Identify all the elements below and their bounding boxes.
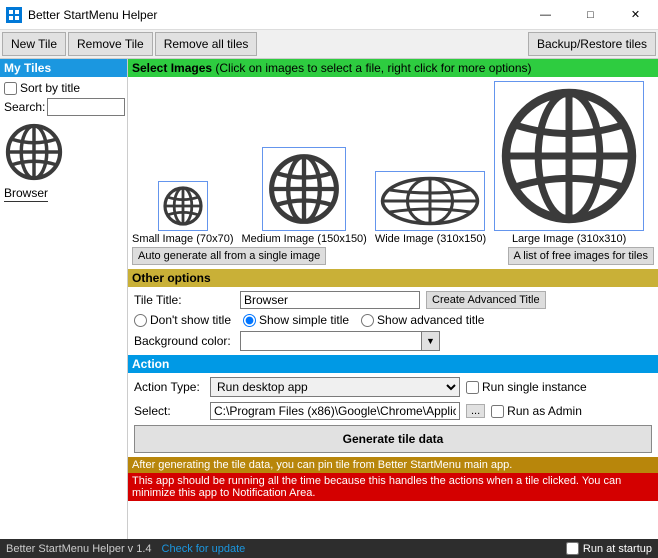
action-header: Action — [128, 355, 658, 373]
search-label: Search: — [4, 100, 45, 114]
medium-image-slot[interactable] — [262, 147, 346, 231]
version-label: Better StartMenu Helper v 1.4 — [6, 543, 152, 555]
remove-tile-button[interactable]: Remove Tile — [68, 32, 153, 56]
run-single-instance-option[interactable]: Run single instance — [466, 380, 587, 394]
wide-image-slot[interactable] — [375, 171, 485, 231]
run-at-startup-option[interactable]: Run at startup — [566, 542, 652, 555]
content: Select Images (Click on images to select… — [128, 59, 658, 539]
select-path-input[interactable] — [210, 402, 460, 420]
large-image-label: Large Image (310x310) — [512, 233, 626, 245]
sort-by-title-label: Sort by title — [20, 81, 80, 95]
globe-icon — [163, 186, 203, 226]
tile-title-label: Tile Title: — [134, 293, 234, 307]
action-type-select[interactable]: Run desktop app — [210, 377, 460, 397]
my-tiles-header: My Tiles — [0, 59, 127, 77]
info-pin-tile: After generating the tile data, you can … — [128, 457, 658, 473]
tile-title-input[interactable] — [240, 291, 420, 309]
bg-color-label: Background color: — [134, 334, 234, 348]
bg-color-combo[interactable]: ▼ — [240, 331, 440, 351]
globe-icon — [5, 123, 63, 181]
wide-image-label: Wide Image (310x150) — [375, 233, 486, 245]
remove-all-tiles-button[interactable]: Remove all tiles — [155, 32, 258, 56]
close-button[interactable]: ✕ — [613, 0, 658, 30]
new-tile-button[interactable]: New Tile — [2, 32, 66, 56]
free-images-button[interactable]: A list of free images for tiles — [508, 247, 655, 265]
chevron-down-icon: ▼ — [421, 332, 439, 350]
sidebar: My Tiles Sort by title Search: — [0, 59, 128, 539]
globe-icon — [380, 176, 480, 226]
globe-icon — [499, 86, 639, 226]
medium-image-label: Medium Image (150x150) — [242, 233, 367, 245]
window-title: Better StartMenu Helper — [28, 8, 523, 22]
app-icon — [6, 7, 22, 23]
select-label: Select: — [134, 404, 204, 418]
minimize-button[interactable]: — — [523, 0, 568, 30]
run-as-admin-option[interactable]: Run as Admin — [491, 404, 582, 418]
tile-name-label[interactable]: Browser — [4, 186, 48, 202]
create-advanced-title-button[interactable]: Create Advanced Title — [426, 291, 546, 309]
small-image-slot[interactable] — [158, 181, 208, 231]
toolbar: New Tile Remove Tile Remove all tiles Ba… — [0, 30, 658, 59]
maximize-button[interactable]: □ — [568, 0, 613, 30]
radio-show-advanced[interactable]: Show advanced title — [361, 313, 484, 327]
select-images-header: Select Images (Click on images to select… — [128, 59, 658, 77]
radio-show-simple[interactable]: Show simple title — [243, 313, 349, 327]
auto-generate-button[interactable]: Auto generate all from a single image — [132, 247, 326, 265]
other-options-header: Other options — [128, 269, 658, 287]
backup-restore-button[interactable]: Backup/Restore tiles — [528, 32, 656, 56]
large-image-slot[interactable] — [494, 81, 644, 231]
generate-tile-data-button[interactable]: Generate tile data — [134, 425, 652, 453]
small-image-label: Small Image (70x70) — [132, 233, 234, 245]
search-input[interactable] — [47, 98, 125, 116]
images-area: Small Image (70x70) Medium Image (150x15… — [128, 77, 658, 247]
info-running-warning: This app should be running all the time … — [128, 473, 658, 501]
sort-by-title-checkbox[interactable] — [4, 82, 17, 95]
radio-dont-show[interactable]: Don't show title — [134, 313, 231, 327]
check-update-link[interactable]: Check for update — [162, 543, 246, 555]
globe-icon — [268, 153, 340, 225]
browse-button[interactable]: ... — [466, 404, 485, 418]
titlebar: Better StartMenu Helper — □ ✕ — [0, 0, 658, 30]
tile-thumb[interactable] — [4, 122, 64, 182]
statusbar: Better StartMenu Helper v 1.4 Check for … — [0, 539, 658, 558]
action-type-label: Action Type: — [134, 380, 204, 394]
